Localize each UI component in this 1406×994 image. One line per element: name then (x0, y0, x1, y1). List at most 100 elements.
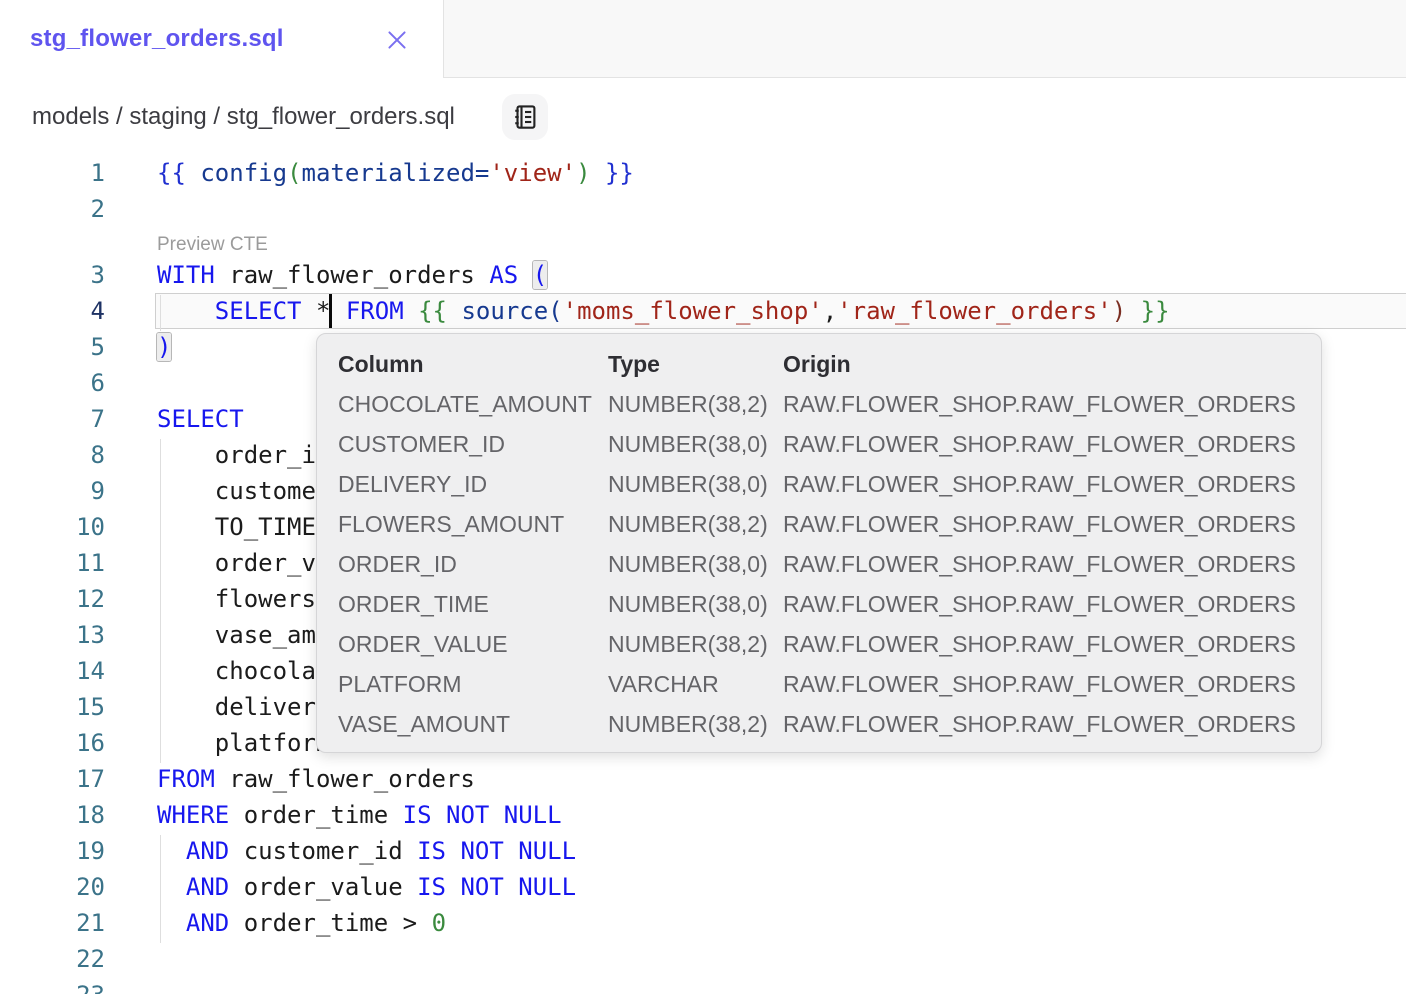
code-text[interactable] (155, 977, 1406, 994)
code-token (447, 297, 461, 325)
code-token: AND (186, 873, 229, 901)
code-line[interactable]: 17 FROM raw_flower_orders (0, 761, 1406, 797)
line-number: 6 (0, 365, 105, 401)
close-icon[interactable] (383, 26, 411, 54)
table-row: PLATFORMVARCHARRAW.FLOWER_SHOP.RAW_FLOWE… (317, 664, 1321, 704)
column-type: NUMBER(38,2) (608, 624, 768, 664)
line-number: 16 (0, 725, 105, 761)
line-number: 13 (0, 617, 105, 653)
code-line[interactable]: 22 (0, 941, 1406, 977)
code-text[interactable]: SELECT * FROM {{ source('moms_flower_sho… (155, 293, 1406, 329)
code-token (157, 837, 186, 865)
table-row: ORDER_TIMENUMBER(38,0)RAW.FLOWER_SHOP.RA… (317, 584, 1321, 624)
code-line[interactable]: 2 (0, 191, 1406, 227)
code-text[interactable] (155, 191, 1406, 227)
code-line[interactable]: 21 AND order_time > 0 (0, 905, 1406, 941)
code-line[interactable]: 3 WITH raw_flower_orders AS ( (0, 257, 1406, 293)
code-token: IS NOT NULL (417, 837, 576, 865)
line-number: 10 (0, 509, 105, 545)
code-token: order_i (157, 441, 316, 469)
line-number: 9 (0, 473, 105, 509)
code-token: source (461, 297, 548, 325)
code-lens-label[interactable]: Preview CTE (157, 234, 268, 255)
column-origin: RAW.FLOWER_SHOP.RAW_FLOWER_ORDERS (783, 504, 1296, 544)
line-number: 18 (0, 797, 105, 833)
code-token: platform (157, 729, 330, 757)
code-token: , (823, 297, 837, 325)
code-line[interactable]: 18 WHERE order_time IS NOT NULL (0, 797, 1406, 833)
file-docs-button[interactable] (502, 94, 548, 140)
code-text[interactable]: {{ config(materialized='view') }} (155, 155, 1406, 191)
code-line[interactable]: 1 {{ config(materialized='view') }} (0, 155, 1406, 191)
code-token: config (200, 159, 287, 187)
code-text[interactable]: WHERE order_time IS NOT NULL (155, 797, 1406, 833)
code-text[interactable]: FROM raw_flower_orders (155, 761, 1406, 797)
code-token (591, 159, 605, 187)
code-text[interactable]: AND customer_id IS NOT NULL (155, 833, 1406, 869)
code-token: ( (287, 159, 301, 187)
line-number: 19 (0, 833, 105, 869)
line-number: 2 (0, 191, 105, 227)
code-token: ) (157, 333, 171, 361)
line-number: 1 (0, 155, 105, 191)
code-text[interactable]: WITH raw_flower_orders AS ( (155, 257, 1406, 293)
code-token (157, 297, 215, 325)
table-row: CUSTOMER_IDNUMBER(38,0)RAW.FLOWER_SHOP.R… (317, 424, 1321, 464)
code-token (1126, 297, 1140, 325)
code-token: deliver (157, 693, 316, 721)
code-token: 'raw_flower_orders' (837, 297, 1112, 325)
line-number: 7 (0, 401, 105, 437)
column-info-popup: ColumnTypeOriginCHOCOLATE_AMOUNTNUMBER(3… (316, 333, 1322, 753)
code-line[interactable]: 20 AND order_value IS NOT NULL (0, 869, 1406, 905)
code-lens[interactable]: Preview CTE (0, 227, 1406, 257)
column-name: CHOCOLATE_AMOUNT (338, 384, 592, 424)
column-origin: RAW.FLOWER_SHOP.RAW_FLOWER_ORDERS (783, 704, 1296, 744)
popup-header-row: ColumnTypeOrigin (317, 344, 1321, 384)
code-token (404, 297, 418, 325)
line-number: 17 (0, 761, 105, 797)
line-number: 20 (0, 869, 105, 905)
column-origin: RAW.FLOWER_SHOP.RAW_FLOWER_ORDERS (783, 624, 1296, 664)
code-line[interactable]: 19 AND customer_id IS NOT NULL (0, 833, 1406, 869)
line-number: 5 (0, 329, 105, 365)
code-token: custome (157, 477, 316, 505)
popup-header-type: Type (608, 344, 660, 384)
popup-header-origin: Origin (783, 344, 851, 384)
column-type: NUMBER(38,2) (608, 704, 768, 744)
breadcrumb-row: models / staging / stg_flower_orders.sql (0, 78, 1406, 155)
tab-stg-flower-orders[interactable]: stg_flower_orders.sql (0, 0, 443, 78)
code-token: AS (489, 261, 518, 289)
code-token (157, 909, 186, 937)
line-number: 4 (0, 293, 105, 329)
code-token: 0 (432, 909, 446, 937)
code-text[interactable]: AND order_time > 0 (155, 905, 1406, 941)
code-token: IS NOT NULL (417, 873, 576, 901)
code-editor[interactable]: 1 {{ config(materialized='view') }} 2 Previ… (0, 155, 1406, 994)
code-line[interactable]: 4 SELECT * FROM {{ source('moms_flower_s… (0, 293, 1406, 329)
line-number: 8 (0, 437, 105, 473)
line-number: 12 (0, 581, 105, 617)
column-name: ORDER_TIME (338, 584, 489, 624)
code-line[interactable]: 23 (0, 977, 1406, 994)
code-token: AND (186, 837, 229, 865)
code-token: ( (533, 261, 547, 289)
indent-guide (160, 295, 161, 331)
column-origin: RAW.FLOWER_SHOP.RAW_FLOWER_ORDERS (783, 544, 1296, 584)
line-number: 3 (0, 257, 105, 293)
column-name: PLATFORM (338, 664, 462, 704)
code-token: {{ (418, 297, 447, 325)
code-token: order_value (229, 873, 417, 901)
table-row: DELIVERY_IDNUMBER(38,0)RAW.FLOWER_SHOP.R… (317, 464, 1321, 504)
code-token: vase_am (157, 621, 316, 649)
column-name: FLOWERS_AMOUNT (338, 504, 564, 544)
code-token (331, 297, 345, 325)
code-token (518, 261, 532, 289)
code-token: SELECT (157, 405, 244, 433)
code-token: {{ (157, 159, 200, 187)
code-text[interactable] (155, 941, 1406, 977)
column-origin: RAW.FLOWER_SHOP.RAW_FLOWER_ORDERS (783, 424, 1296, 464)
code-text[interactable]: AND order_value IS NOT NULL (155, 869, 1406, 905)
table-row: CHOCOLATE_AMOUNTNUMBER(38,2)RAW.FLOWER_S… (317, 384, 1321, 424)
table-row: ORDER_VALUENUMBER(38,2)RAW.FLOWER_SHOP.R… (317, 624, 1321, 664)
code-token: raw_flower_orders (215, 261, 490, 289)
